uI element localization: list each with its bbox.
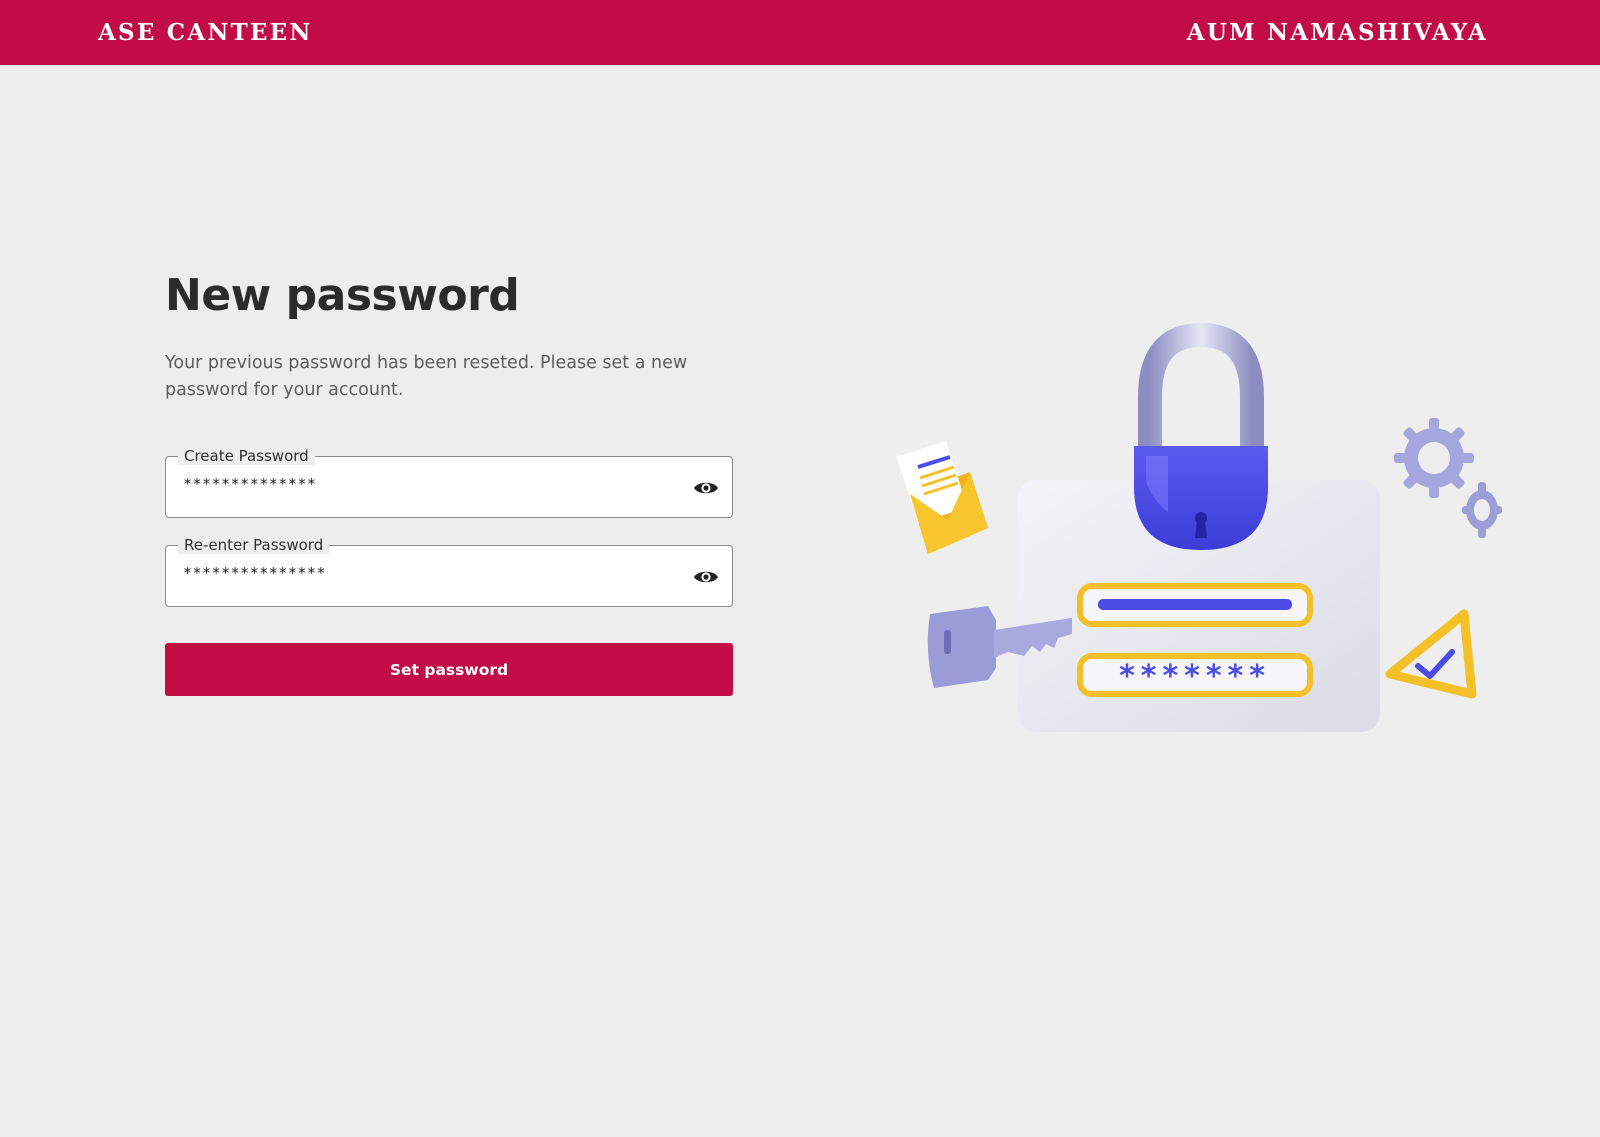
warning-triangle xyxy=(1385,609,1477,699)
username-bar-fill xyxy=(1098,599,1292,610)
create-password-label: Create Password xyxy=(178,447,315,465)
top-bar: ASE CANTEEN AUM NAMASHIVAYA xyxy=(0,0,1600,65)
brand-title: ASE CANTEEN xyxy=(98,19,313,46)
lock-illustration-svg: ******* xyxy=(896,322,1502,732)
gear-icon-small xyxy=(1462,482,1502,538)
reenter-password-label: Re-enter Password xyxy=(178,536,330,554)
lock-shackle xyxy=(1138,322,1264,474)
reenter-password-field[interactable]: Re-enter Password *************** xyxy=(165,536,733,607)
set-password-button[interactable]: Set password xyxy=(165,643,733,696)
key-head xyxy=(927,606,996,688)
gear-icon-large xyxy=(1394,418,1474,498)
eye-icon[interactable] xyxy=(692,474,720,502)
header-tagline: AUM NAMASHIVAYA xyxy=(1186,19,1488,46)
create-password-field[interactable]: Create Password ************** xyxy=(165,447,733,518)
masked-password-text: ******* xyxy=(1119,659,1271,694)
key-slot xyxy=(944,630,951,654)
page-subtitle: Your previous password has been reseted.… xyxy=(165,353,688,400)
new-password-form: New password Your previous password has … xyxy=(165,268,733,696)
page-title: New password xyxy=(165,270,520,321)
eye-icon[interactable] xyxy=(692,563,720,591)
keyhole-bottom xyxy=(1195,520,1207,538)
create-password-value[interactable]: ************** xyxy=(183,475,316,493)
reenter-password-value[interactable]: *************** xyxy=(183,564,326,582)
password-reset-illustration: ******* xyxy=(858,152,1544,1057)
